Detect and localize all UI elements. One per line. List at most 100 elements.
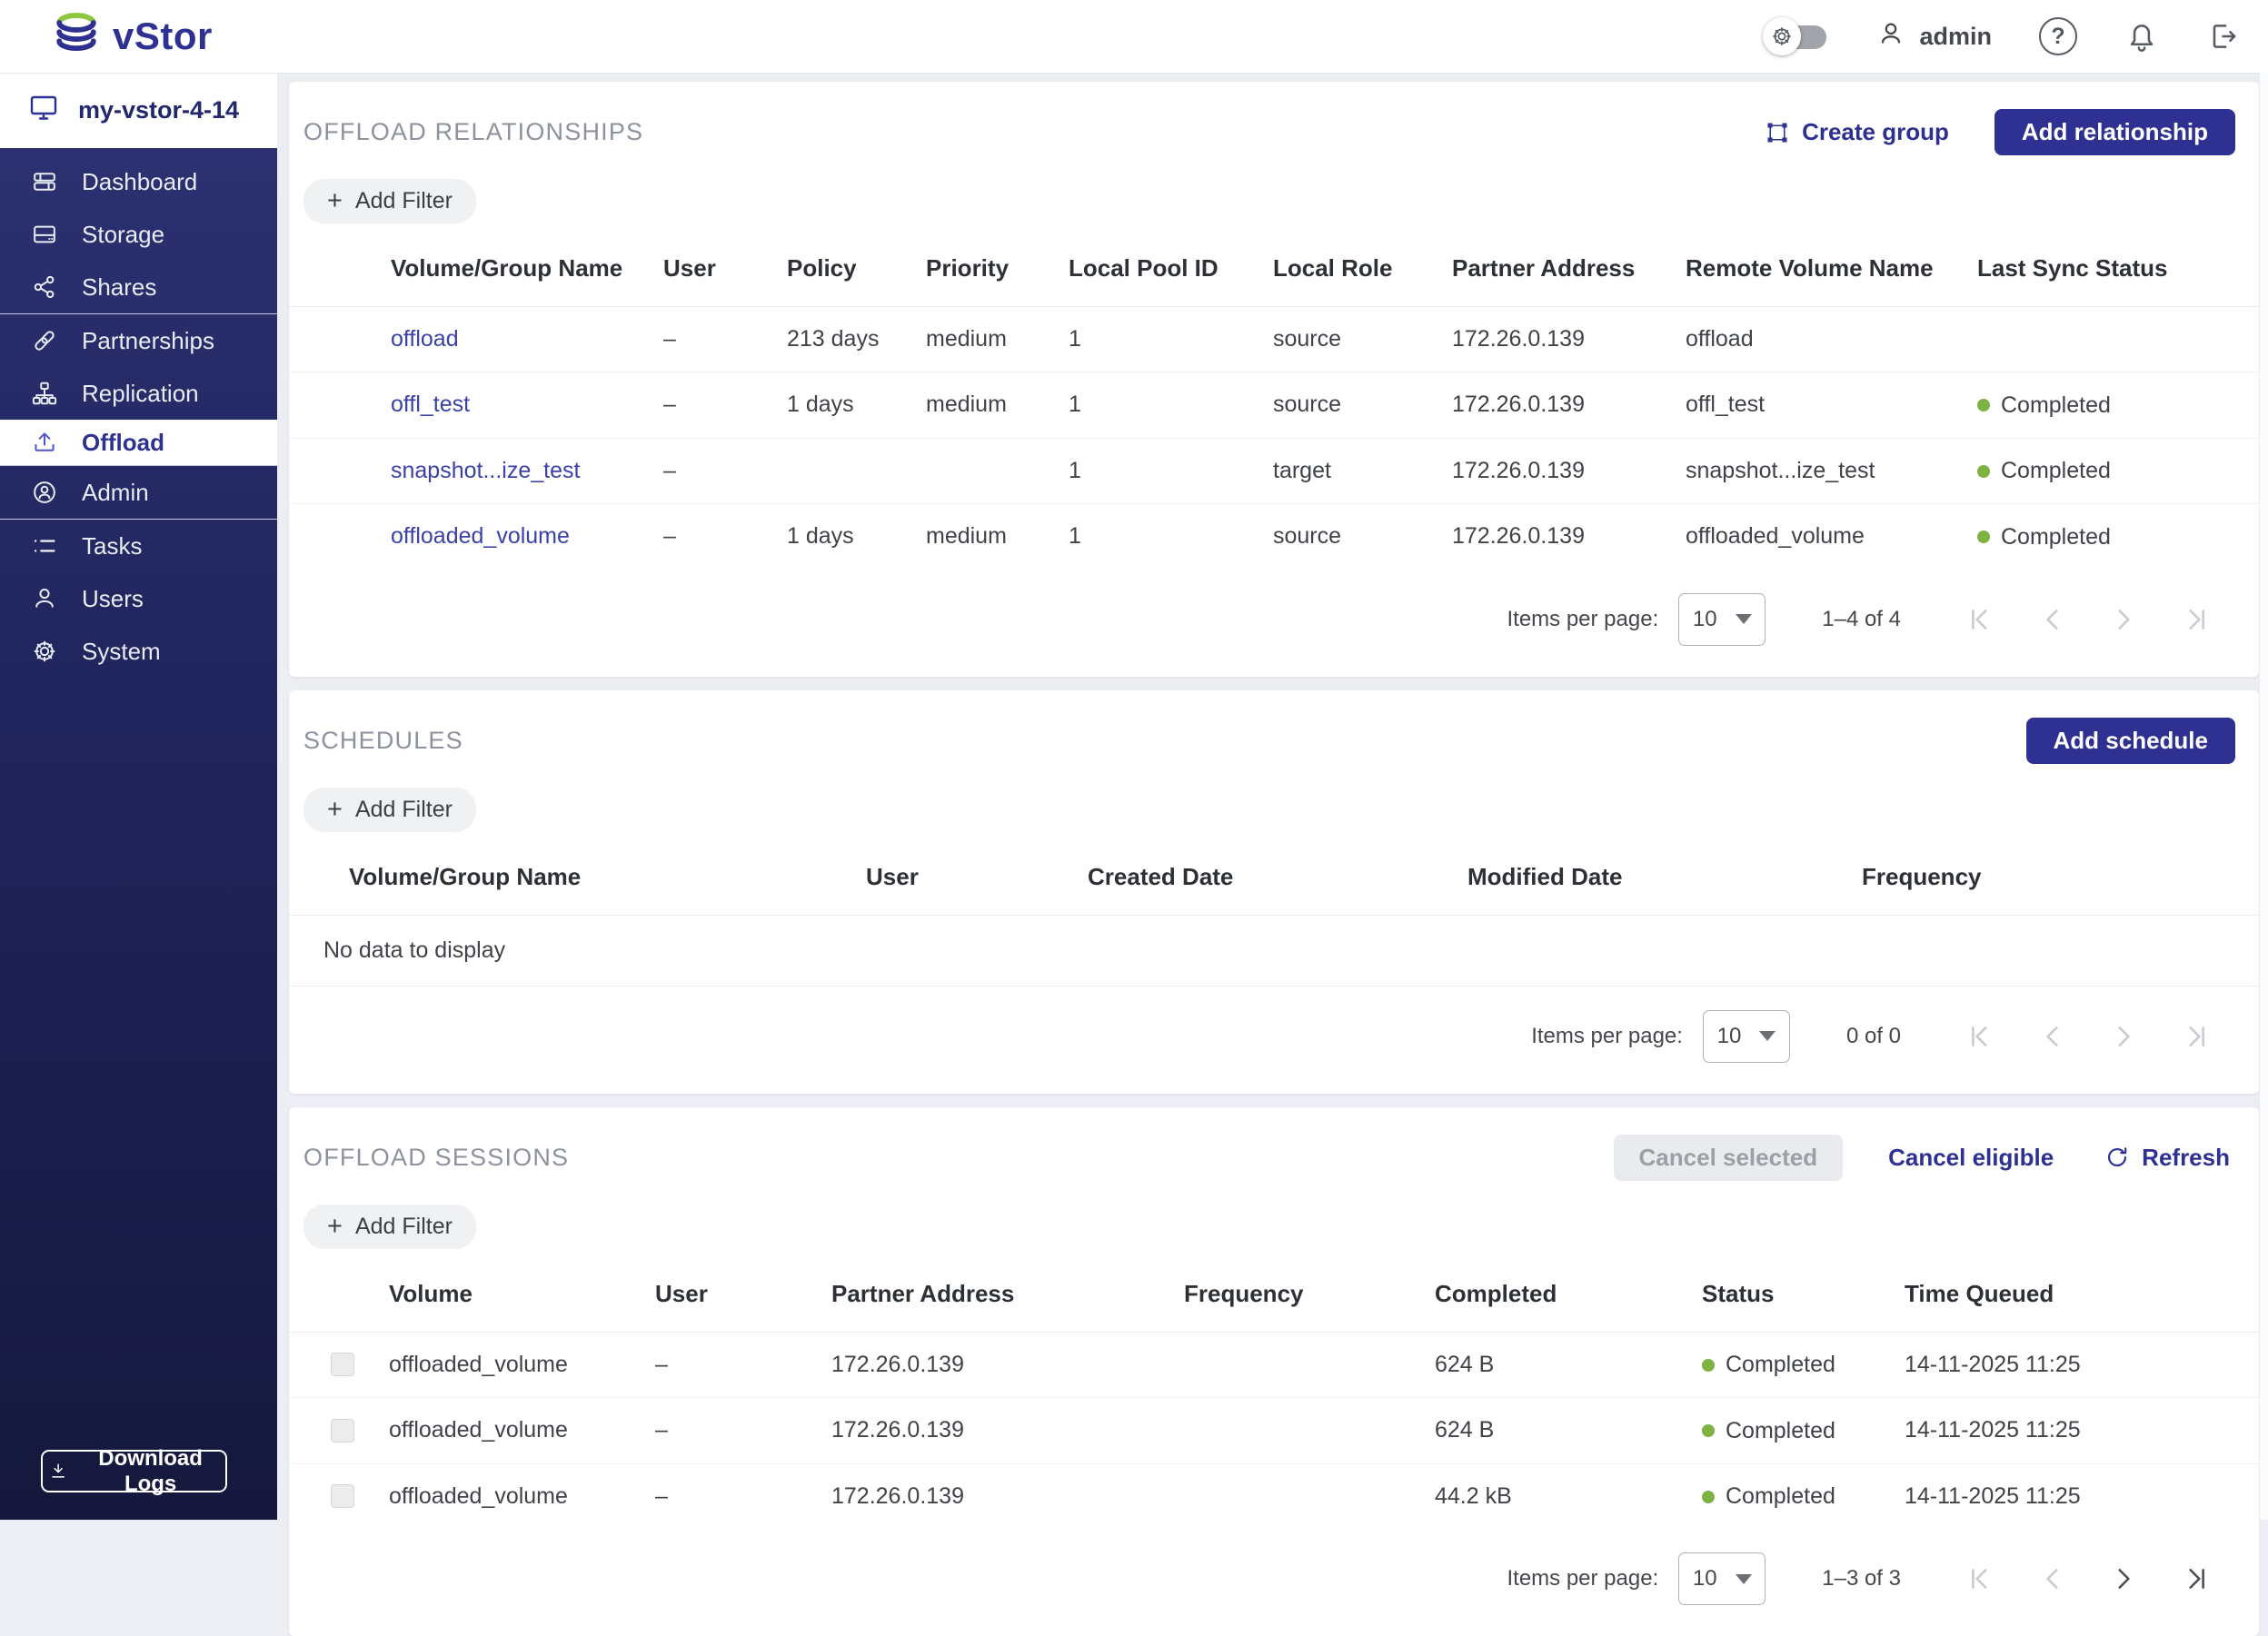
sidebar-item-offload[interactable]: Offload	[0, 420, 277, 465]
download-logs-label: Download Logs	[81, 1446, 220, 1497]
monitor-icon	[27, 91, 60, 130]
col-user: User	[866, 848, 1088, 916]
logout-icon[interactable]	[2206, 19, 2241, 54]
status-dot-icon	[1977, 530, 1990, 543]
caret-down-icon	[1759, 1031, 1776, 1041]
sidebar-item-storage[interactable]: Storage	[0, 208, 277, 261]
prev-page-icon	[2039, 606, 2066, 633]
sidebar-item-label: Partnerships	[82, 327, 214, 355]
col-volume-group-name: Volume/Group Name	[289, 240, 663, 307]
refresh-icon	[2104, 1145, 2130, 1170]
sidebar-item-replication[interactable]: Replication	[0, 367, 277, 420]
relationships-pagination: Items per page: 10 1–4 of 4	[289, 570, 2259, 677]
sidebar-item-label: Offload	[82, 429, 164, 457]
col-modified-date: Modified Date	[1467, 848, 1862, 916]
col-status: Status	[1702, 1265, 1905, 1333]
help-icon[interactable]: ?	[2039, 17, 2077, 55]
sidebar-item-tasks[interactable]: Tasks	[0, 520, 277, 572]
shares-icon	[31, 273, 58, 301]
table-row: offloaded_volume – 172.26.0.139 624 B Co…	[289, 1398, 2259, 1464]
status-badge: Completed	[1977, 392, 2111, 419]
status-badge: Completed	[1702, 1483, 1835, 1510]
no-data-text: No data to display	[289, 915, 2259, 986]
volume-link[interactable]: offload	[391, 326, 459, 352]
relationships-title: OFFLOAD RELATIONSHIPS	[303, 118, 643, 146]
create-group-button[interactable]: Create group	[1759, 117, 1955, 147]
offload-sessions-card: OFFLOAD SESSIONS Cancel selected Cancel …	[289, 1107, 2259, 1636]
add-relationship-button[interactable]: Add relationship	[1994, 109, 2235, 155]
first-page-icon	[1968, 606, 1995, 633]
sidebar-item-dashboard[interactable]: Dashboard	[0, 155, 277, 208]
cancel-eligible-button[interactable]: Cancel eligible	[1883, 1143, 2059, 1173]
brand-logo: vStor	[53, 11, 213, 63]
host-selector[interactable]: my-vstor-4-14	[0, 73, 277, 148]
relationships-table: Volume/Group Name User Policy Priority L…	[289, 240, 2259, 570]
sidebar-item-shares[interactable]: Shares	[0, 261, 277, 313]
theme-toggle[interactable]	[1763, 22, 1828, 51]
page-range: 1–3 of 3	[1822, 1566, 1901, 1591]
items-per-page-select[interactable]: 10	[1703, 1010, 1790, 1063]
table-row: offloaded_volume – 172.26.0.139 44.2 kB …	[289, 1463, 2259, 1529]
sidebar-item-label: Shares	[82, 273, 156, 302]
sidebar-item-label: Storage	[82, 221, 164, 249]
items-per-page-label: Items per page:	[1507, 607, 1658, 632]
col-priority: Priority	[926, 240, 1069, 307]
scrollbar[interactable]	[2259, 73, 2268, 1520]
row-checkbox[interactable]	[331, 1353, 354, 1376]
status-badge: Completed	[1702, 1418, 1835, 1444]
status-dot-icon	[1702, 1359, 1715, 1372]
row-checkbox[interactable]	[331, 1419, 354, 1443]
schedules-title: SCHEDULES	[303, 727, 463, 755]
volume-link[interactable]: offl_test	[391, 392, 470, 417]
prev-page-icon	[2039, 1565, 2066, 1592]
next-page-icon	[2110, 1023, 2137, 1050]
empty-row: No data to display	[289, 915, 2259, 986]
download-icon	[48, 1460, 68, 1483]
user-menu[interactable]: admin	[1875, 18, 1992, 55]
first-page-icon	[1968, 1565, 1995, 1592]
last-page-icon[interactable]	[2181, 1565, 2208, 1592]
sessions-add-filter-chip[interactable]: + Add Filter	[303, 1205, 476, 1249]
first-page-icon	[1968, 1023, 1995, 1050]
plus-icon: +	[327, 188, 343, 214]
refresh-button[interactable]: Refresh	[2099, 1143, 2235, 1173]
username: admin	[1919, 23, 1992, 51]
cancel-selected-button: Cancel selected	[1614, 1135, 1844, 1181]
next-page-icon	[2110, 606, 2137, 633]
brand-name: vStor	[113, 15, 213, 58]
sidebar-item-users[interactable]: Users	[0, 572, 277, 625]
theme-gear-icon	[1763, 17, 1801, 55]
table-row: offloaded_volume – 172.26.0.139 624 B Co…	[289, 1332, 2259, 1398]
row-checkbox[interactable]	[331, 1484, 354, 1508]
status-dot-icon	[1977, 465, 1990, 478]
schedules-add-filter-chip[interactable]: + Add Filter	[303, 788, 476, 832]
sidebar: my-vstor-4-14 Dashboard Storage Shares	[0, 73, 277, 1520]
users-icon	[31, 585, 58, 612]
host-name: my-vstor-4-14	[78, 96, 239, 124]
status-dot-icon	[1702, 1424, 1715, 1437]
col-volume-group-name: Volume/Group Name	[289, 848, 866, 916]
items-per-page-select[interactable]: 10	[1678, 1552, 1766, 1605]
items-per-page-select[interactable]: 10	[1678, 593, 1766, 646]
volume-link[interactable]: snapshot...ize_test	[391, 458, 580, 483]
sidebar-item-partnerships[interactable]: Partnerships	[0, 314, 277, 367]
upload-icon	[31, 429, 58, 456]
add-schedule-button[interactable]: Add schedule	[2026, 718, 2235, 764]
page-range: 1–4 of 4	[1822, 607, 1901, 632]
status-badge: Completed	[1702, 1352, 1835, 1378]
volume-link[interactable]: offloaded_volume	[391, 523, 570, 549]
next-page-icon[interactable]	[2110, 1565, 2137, 1592]
col-created-date: Created Date	[1088, 848, 1467, 916]
table-row: offload – 213 days medium 1 source 172.2…	[289, 307, 2259, 372]
main-content: OFFLOAD RELATIONSHIPS Create group Add r…	[277, 73, 2268, 1520]
notifications-bell-icon[interactable]	[2124, 19, 2159, 54]
sidebar-item-system[interactable]: System	[0, 625, 277, 678]
sidebar-item-admin[interactable]: Admin	[0, 466, 277, 519]
relationships-add-filter-chip[interactable]: + Add Filter	[303, 179, 476, 223]
sidebar-item-label: System	[82, 638, 161, 666]
download-logs-button[interactable]: Download Logs	[41, 1450, 227, 1492]
table-row: offl_test – 1 days medium 1 source 172.2…	[289, 372, 2259, 439]
vstor-database-icon	[53, 11, 100, 63]
col-frequency: Frequency	[1184, 1265, 1435, 1333]
gear-icon	[31, 638, 58, 665]
